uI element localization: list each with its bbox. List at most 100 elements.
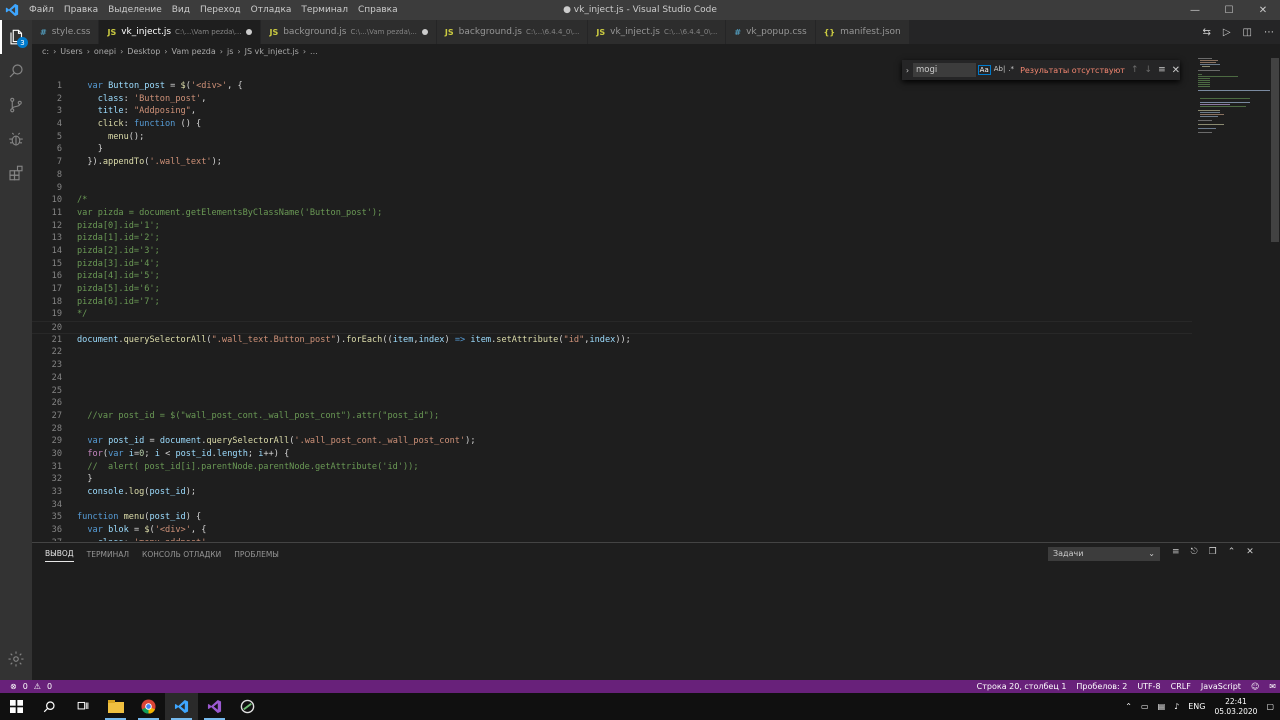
editor-tab[interactable]: JS vk_inject.js C:\...\6.4.4_0\... [588,20,727,44]
find-input[interactable]: mogi [913,63,976,77]
code-line[interactable]: 22 [32,346,1192,359]
language-mode[interactable]: JavaScript [1201,682,1241,691]
match-case-toggle[interactable]: Aa [977,65,991,75]
code-line[interactable]: 20 [32,321,1192,334]
code-line[interactable]: 29 var post_id = document.querySelectorA… [32,435,1192,448]
visual-studio-icon[interactable] [198,693,231,720]
notification-center-icon[interactable]: ▢ [1266,702,1274,711]
cursor-position[interactable]: Строка 20, столбец 1 [977,682,1067,691]
code-line[interactable]: 9 [32,182,1192,195]
network-icon[interactable]: ▤ [1158,702,1166,711]
task-view-icon[interactable] [66,693,99,720]
code-line[interactable]: 36 var blok = $('<div>', { [32,524,1192,537]
compare-icon[interactable]: ⇆ [1202,27,1210,38]
tray-chevron-up-icon[interactable]: ⌃ [1125,702,1132,711]
keyboard-language[interactable]: ENG [1188,702,1205,711]
breadcrumb-item[interactable]: Users [60,47,82,56]
code-line[interactable]: 35 function menu(post_id) { [32,511,1192,524]
code-line[interactable]: 3 title: "Addposing", [32,105,1192,118]
encoding[interactable]: UTF-8 [1137,682,1160,691]
code-line[interactable]: 14 pizda[2].id='3'; [32,245,1192,258]
code-line[interactable]: 23 [32,359,1192,372]
code-line[interactable]: 2 class: 'Button_post', [32,93,1192,106]
problems-status[interactable]: ⊗ 0 ⚠ 0 [0,682,52,691]
output-channel-select[interactable]: Задачи ⌄ [1048,547,1160,561]
panel-tab[interactable]: ВЫВОД [45,546,74,562]
unsaved-dot-icon[interactable] [246,29,253,35]
code-line[interactable]: 34 [32,499,1192,512]
close-icon[interactable]: ✕ [1246,0,1280,20]
editor-tab[interactable]: JS background.js C:\...\Vam pezda\... [261,20,437,44]
editor-scrollbar[interactable] [1270,58,1280,542]
code-line[interactable]: 32 } [32,473,1192,486]
code-line[interactable]: 5 menu(); [32,131,1192,144]
breadcrumb-item[interactable]: c: [42,47,49,56]
debug-icon[interactable] [0,122,32,156]
close-panel-icon[interactable]: ✕ [1246,547,1254,557]
settings-gear-icon[interactable] [0,642,32,676]
editor-tab[interactable]: # style.css [32,20,100,44]
menu-item[interactable]: Выделение [103,0,167,20]
search-icon[interactable] [0,54,32,88]
editor-tab[interactable]: JS background.js C:\...\6.4.4_0\... [436,20,589,44]
app-icon[interactable] [231,693,264,720]
maximize-icon[interactable]: ☐ [1212,0,1246,20]
menu-item[interactable]: Справка [353,0,403,20]
split-editor-icon[interactable]: ◫ [1243,27,1252,38]
code-line[interactable]: 18 pizda[6].id='7'; [32,296,1192,309]
previous-match-icon[interactable]: ↑ [1131,65,1139,75]
code-line[interactable]: 1 var Button_post = $('<div>', { [32,80,1192,93]
toggle-replace-icon[interactable]: › [902,66,913,75]
code-line[interactable]: 4 click: function () { [32,118,1192,131]
unsaved-dot-icon[interactable] [421,29,428,35]
editor-tab[interactable]: {} manifest.json [815,20,910,44]
menu-item[interactable]: Файл [24,0,59,20]
code-line[interactable]: 37 class: 'menu_addpost' [32,537,1192,541]
breadcrumb-item[interactable]: JS vk_inject.js [245,47,299,56]
code-line[interactable]: 19 */ [32,308,1192,321]
menu-item[interactable]: Терминал [296,0,353,20]
menu-item[interactable]: Правка [59,0,103,20]
indentation[interactable]: Пробелов: 2 [1076,682,1127,691]
menu-item[interactable]: Переход [195,0,246,20]
editor-tab[interactable]: # vk_popup.css [726,20,816,44]
regex-toggle[interactable]: .* [1008,65,1014,75]
code-line[interactable]: 13 pizda[1].id='2'; [32,232,1192,245]
code-line[interactable]: 10 /* [32,194,1192,207]
vscode-logo-icon[interactable] [0,0,24,20]
menu-item[interactable]: Вид [167,0,195,20]
code-line[interactable]: 24 [32,372,1192,385]
code-line[interactable]: 28 [32,423,1192,436]
feedback-icon[interactable]: ☺ [1251,682,1259,691]
tray-device-icon[interactable]: ▭ [1141,702,1149,711]
code-line[interactable]: 31 // alert( post_id[i].parentNode.paren… [32,461,1192,474]
menu-item[interactable]: Отладка [246,0,297,20]
scrollbar-thumb[interactable] [1271,58,1279,242]
breadcrumb-item[interactable]: ... [310,47,318,56]
open-log-icon[interactable]: ❐ [1209,547,1217,557]
notifications-icon[interactable]: ✉ [1269,682,1276,691]
find-in-selection-icon[interactable]: ≡ [1158,65,1166,75]
minimap[interactable] [1192,58,1270,542]
extensions-icon[interactable] [0,156,32,190]
volume-icon[interactable]: ♪ [1174,702,1179,711]
taskbar-search-icon[interactable] [33,693,66,720]
code-line[interactable]: 15 pizda[3].id='4'; [32,258,1192,271]
clear-output-icon[interactable]: ≡ [1172,547,1180,557]
code-line[interactable]: 8 [32,169,1192,182]
code-line[interactable]: 25 [32,385,1192,398]
code-line[interactable]: 7 }).appendTo('.wall_text'); [32,156,1192,169]
breadcrumb-item[interactable]: js [227,47,233,56]
panel-tab[interactable]: ТЕРМИНАЛ [87,547,129,562]
file-explorer-icon[interactable] [99,693,132,720]
breadcrumb-item[interactable]: onepi [94,47,116,56]
panel-tab[interactable]: КОНСОЛЬ ОТЛАДКИ [142,547,221,562]
explorer-icon[interactable]: 3 [0,20,32,54]
chrome-icon[interactable] [132,693,165,720]
code-line[interactable]: 26 [32,397,1192,410]
maximize-panel-icon[interactable]: ⌃ [1228,547,1236,557]
windows-start-icon[interactable] [0,693,33,720]
run-icon[interactable]: ▷ [1223,27,1231,38]
source-control-icon[interactable] [0,88,32,122]
close-find-icon[interactable]: ✕ [1172,65,1180,76]
